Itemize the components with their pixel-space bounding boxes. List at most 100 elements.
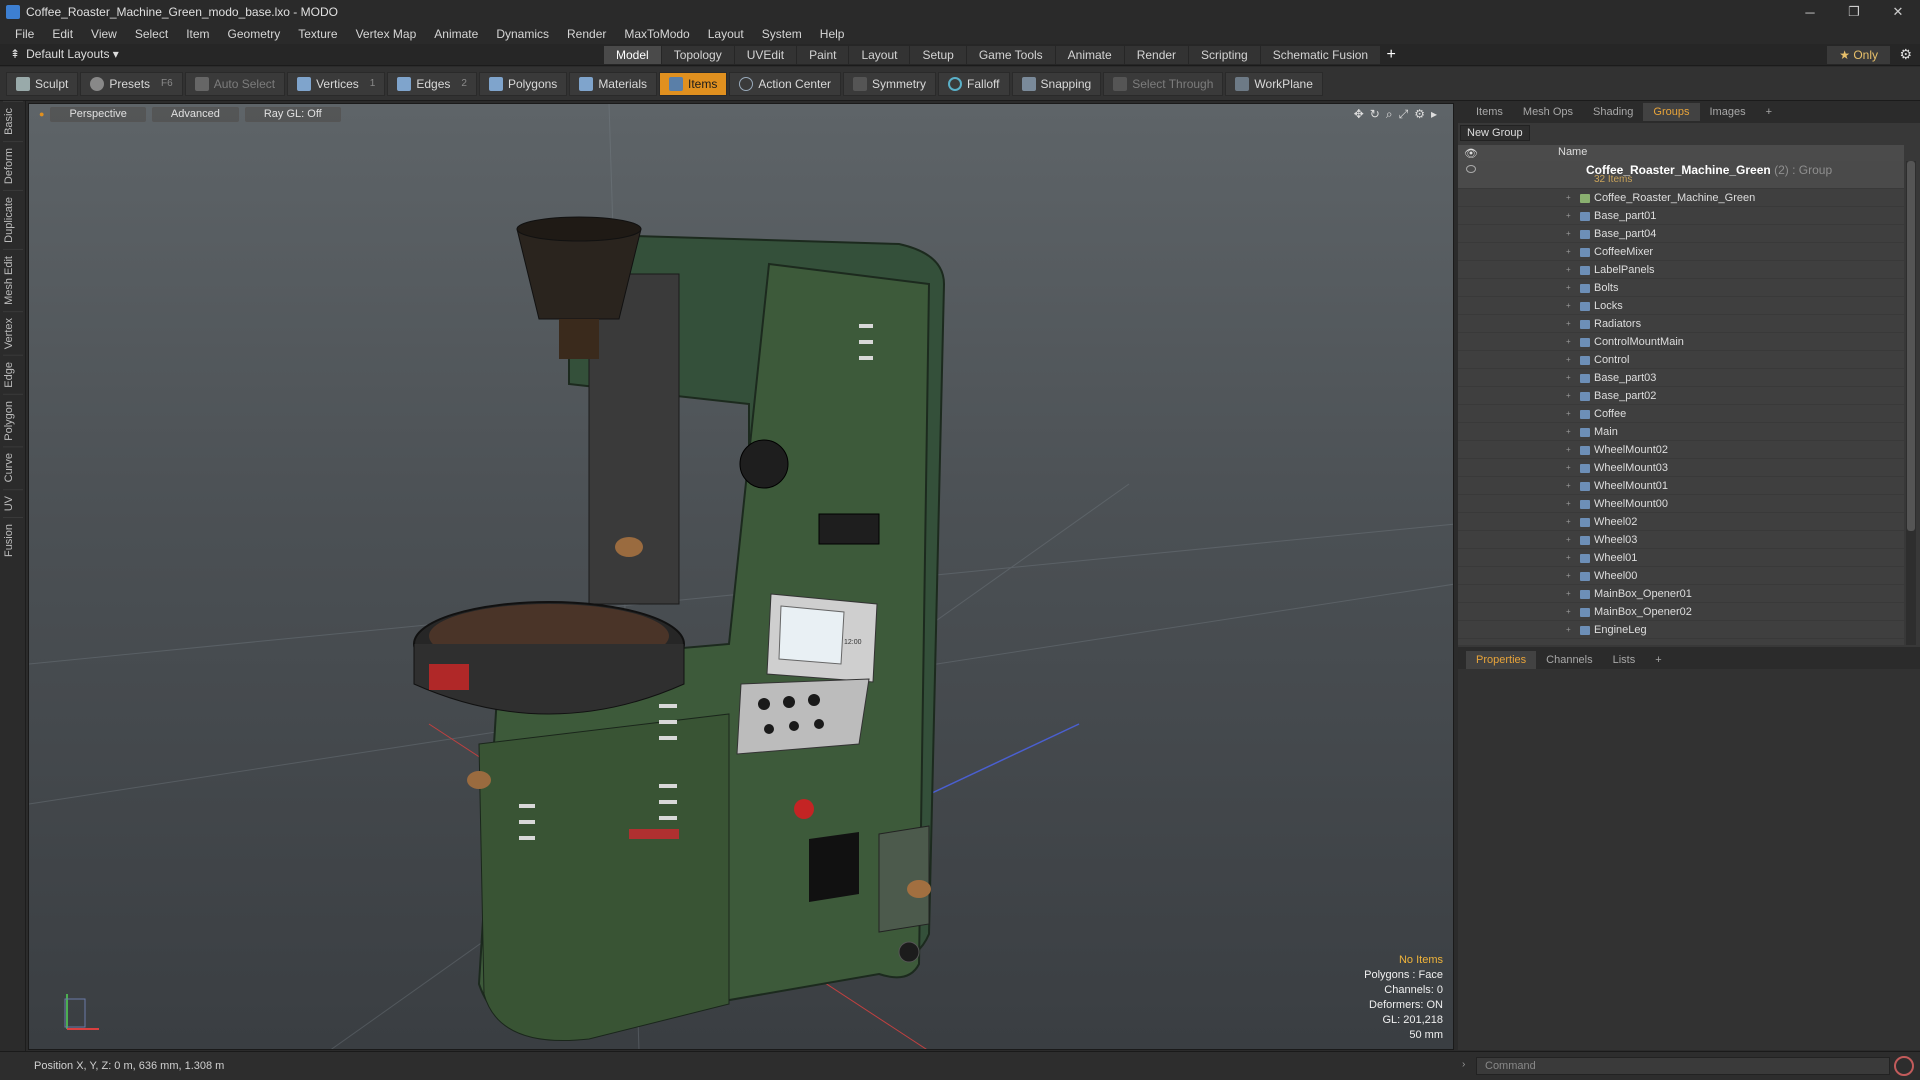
expand-icon[interactable]: +: [1566, 603, 1571, 621]
expand-icon[interactable]: +: [1566, 585, 1571, 603]
expand-icon[interactable]: +: [1566, 369, 1571, 387]
left-tab-edge[interactable]: Edge: [3, 354, 23, 394]
tab-topology[interactable]: Topology: [661, 46, 734, 64]
left-tab-deform[interactable]: Deform: [3, 140, 23, 190]
left-tab-basic[interactable]: Basic: [3, 101, 23, 141]
command-history-button[interactable]: [1894, 1056, 1914, 1076]
expand-icon[interactable]: +: [1566, 297, 1571, 315]
tab-animate[interactable]: Animate: [1055, 46, 1124, 64]
tab-model[interactable]: Model: [604, 46, 661, 64]
close-button[interactable]: ✕: [1876, 0, 1920, 24]
tree-item[interactable]: + Radiators: [1458, 315, 1904, 333]
left-tab-mesh-edit[interactable]: Mesh Edit: [3, 248, 23, 311]
expand-icon[interactable]: +: [1566, 531, 1571, 549]
expand-icon[interactable]: +: [1566, 441, 1571, 459]
tree-item[interactable]: + CoffeeMixer: [1458, 243, 1904, 261]
settings-icon[interactable]: ⚙: [1414, 107, 1425, 122]
edges-button[interactable]: Edges 2: [387, 71, 477, 96]
tree-item[interactable]: + Control: [1458, 351, 1904, 369]
left-tab-vertex[interactable]: Vertex: [3, 310, 23, 355]
left-tab-polygon[interactable]: Polygon: [3, 393, 23, 447]
symmetry-button[interactable]: Symmetry: [843, 71, 937, 96]
tab-paint[interactable]: Paint: [797, 46, 849, 64]
menu-dynamics[interactable]: Dynamics: [487, 24, 558, 44]
left-tab-uv[interactable]: UV: [3, 488, 23, 518]
left-tab-duplicate[interactable]: Duplicate: [3, 189, 23, 249]
menu-file[interactable]: File: [6, 24, 43, 44]
name-column-header[interactable]: Name: [1558, 146, 1587, 158]
expand-icon[interactable]: +: [1566, 333, 1571, 351]
tree-item[interactable]: + Coffee_Roaster_Machine_Green: [1458, 189, 1904, 207]
tree-item[interactable]: + MainBox_Opener02: [1458, 603, 1904, 621]
expand-icon[interactable]: +: [1566, 477, 1571, 495]
tree-item[interactable]: + Wheel02: [1458, 513, 1904, 531]
new-group-button[interactable]: New Group: [1460, 125, 1530, 141]
maximize-button[interactable]: ❐: [1832, 0, 1876, 24]
expand-icon[interactable]: +: [1566, 405, 1571, 423]
expand-icon[interactable]: +: [1566, 459, 1571, 477]
menu-render[interactable]: Render: [558, 24, 615, 44]
tree-item[interactable]: + WheelMount03: [1458, 459, 1904, 477]
expand-icon[interactable]: +: [1566, 315, 1571, 333]
add-props-tab-button[interactable]: +: [1645, 651, 1671, 669]
auto-select-button[interactable]: Auto Select: [184, 71, 286, 96]
workplane-button[interactable]: WorkPlane: [1225, 71, 1323, 96]
snapping-button[interactable]: Snapping: [1011, 71, 1102, 96]
tree-item[interactable]: + ControlMountMain: [1458, 333, 1904, 351]
add-layout-tab-button[interactable]: +: [1381, 46, 1401, 64]
tree-item[interactable]: + Locks: [1458, 297, 1904, 315]
expand-icon[interactable]: +: [1566, 549, 1571, 567]
expand-icon[interactable]: +: [1566, 387, 1571, 405]
menu-maxtomodo[interactable]: MaxToModo: [615, 24, 698, 44]
command-input[interactable]: Command: [1476, 1057, 1890, 1075]
materials-button[interactable]: Materials: [569, 71, 657, 96]
menu-system[interactable]: System: [753, 24, 811, 44]
fit-icon[interactable]: ⤢: [1399, 107, 1409, 122]
tab-uvedit[interactable]: UVEdit: [734, 46, 797, 64]
tab-lists[interactable]: Lists: [1603, 651, 1646, 669]
layout-selector[interactable]: ⇞ Default Layouts ▾: [10, 47, 119, 61]
tree-item[interactable]: + Base_part01: [1458, 207, 1904, 225]
expand-icon[interactable]: +: [1566, 423, 1571, 441]
action-center-button[interactable]: Action Center: [729, 71, 842, 96]
menu-vertex-map[interactable]: Vertex Map: [347, 24, 426, 44]
expand-icon[interactable]: +: [1566, 351, 1571, 369]
tab-setup[interactable]: Setup: [910, 46, 966, 64]
tree-item[interactable]: + Base_part04: [1458, 225, 1904, 243]
gear-icon[interactable]: ⚙: [1899, 46, 1912, 63]
tab-channels[interactable]: Channels: [1536, 651, 1602, 669]
tree-item[interactable]: + MainBox_Opener01: [1458, 585, 1904, 603]
menu-animate[interactable]: Animate: [425, 24, 487, 44]
tree-item[interactable]: + Wheel01: [1458, 549, 1904, 567]
perspective-button[interactable]: Perspective: [50, 106, 146, 122]
items-button[interactable]: Items: [659, 71, 728, 96]
tree-item[interactable]: + Base_part03: [1458, 369, 1904, 387]
group-row[interactable]: Coffee_Roaster_Machine_Green (2) : Group…: [1458, 161, 1904, 189]
tab-render[interactable]: Render: [1124, 46, 1189, 64]
tab-mesh-ops[interactable]: Mesh Ops: [1513, 103, 1583, 121]
menu-layout[interactable]: Layout: [699, 24, 753, 44]
raygl-button[interactable]: Ray GL: Off: [244, 106, 341, 122]
tree-item[interactable]: + Coffee: [1458, 405, 1904, 423]
tree-item[interactable]: + WheelMount00: [1458, 495, 1904, 513]
vertices-button[interactable]: Vertices 1: [287, 71, 386, 96]
rotate-icon[interactable]: ↻: [1370, 107, 1380, 122]
tab-items[interactable]: Items: [1466, 103, 1513, 121]
expand-icon[interactable]: +: [1566, 513, 1571, 531]
advanced-button[interactable]: Advanced: [151, 106, 239, 122]
expand-icon[interactable]: +: [1566, 189, 1571, 207]
tree-item[interactable]: + Wheel03: [1458, 531, 1904, 549]
menu-item[interactable]: Item: [177, 24, 218, 44]
zoom-icon[interactable]: ⌕: [1386, 107, 1393, 122]
tree-item[interactable]: + LabelPanels: [1458, 261, 1904, 279]
expand-icon[interactable]: +: [1566, 621, 1571, 639]
expand-icon[interactable]: +: [1566, 207, 1571, 225]
tree-item[interactable]: + Main: [1458, 423, 1904, 441]
polygons-button[interactable]: Polygons: [478, 71, 568, 96]
tab-layout[interactable]: Layout: [849, 46, 910, 64]
minimize-button[interactable]: ─: [1788, 0, 1832, 24]
expand-icon[interactable]: +: [1566, 261, 1571, 279]
expand-icon[interactable]: +: [1566, 495, 1571, 513]
tab-scripting[interactable]: Scripting: [1189, 46, 1260, 64]
tab-schematic-fusion[interactable]: Schematic Fusion: [1260, 46, 1381, 64]
